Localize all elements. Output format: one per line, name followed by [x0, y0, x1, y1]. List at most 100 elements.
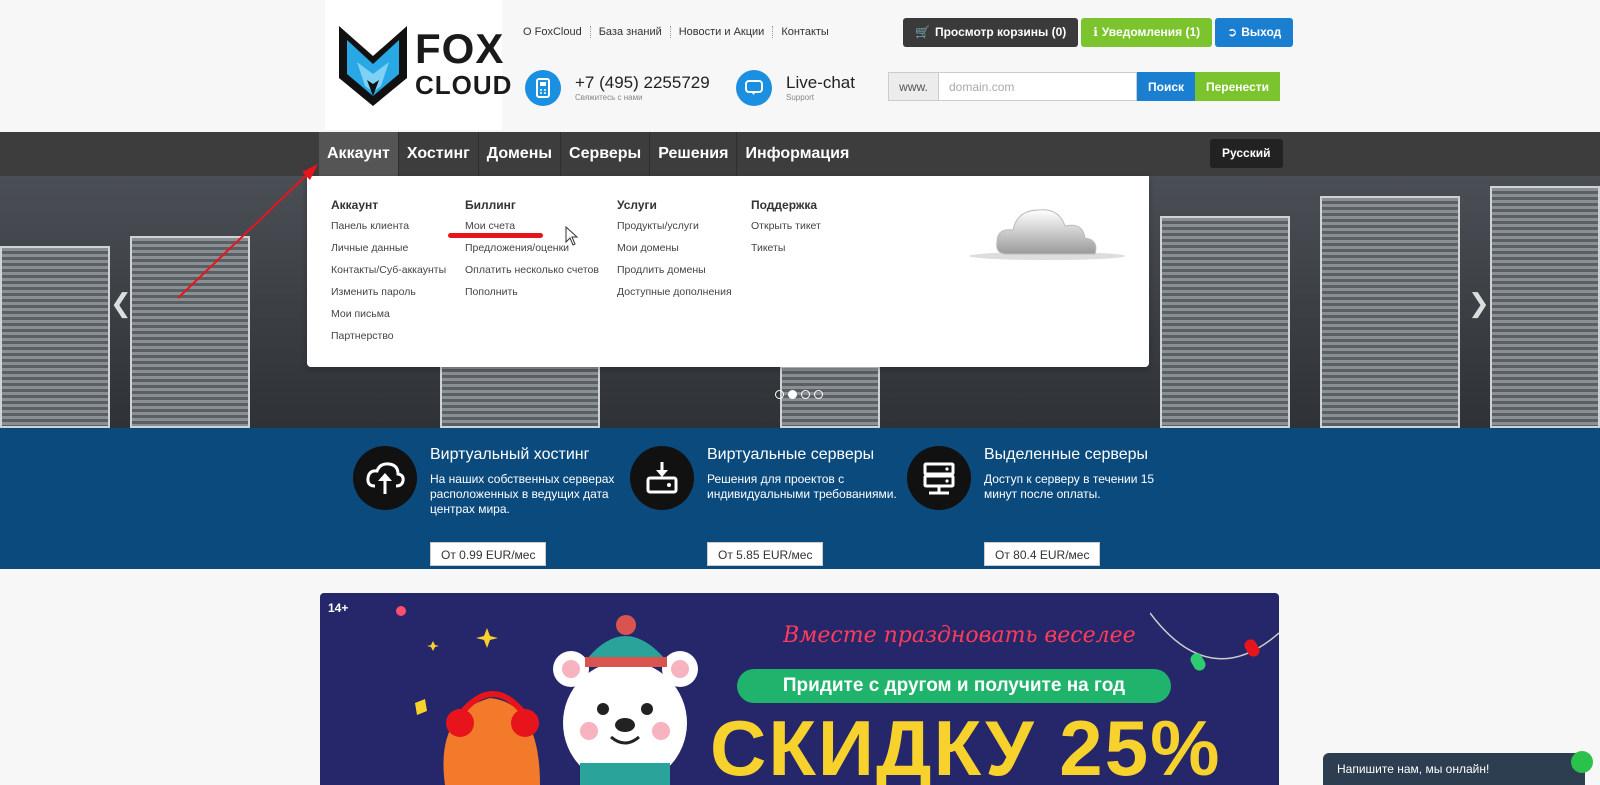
chat-bubble-icon [736, 70, 772, 106]
nav-item-solutions[interactable]: Решения [650, 132, 738, 176]
phone-contact[interactable]: +7 (495) 2255729 Свяжитесь с нами [525, 70, 710, 106]
domain-search-input[interactable] [938, 72, 1137, 101]
domain-search: www. Поиск Перенести [888, 72, 1280, 101]
notifications-button[interactable]: ℹ Уведомления (1) [1081, 18, 1213, 47]
livechat-title: Live-chat [786, 73, 855, 93]
menu-column-account: Аккаунт Панель клиента Личные данные Кон… [331, 198, 446, 351]
promo-banner[interactable]: 14+ Вместе праздновать веселее Придите с… [320, 593, 1279, 785]
logo[interactable]: FOX CLOUD [325, 0, 511, 130]
hero-rack [1490, 186, 1600, 428]
phone-number: +7 (495) 2255729 [575, 73, 710, 93]
language-button[interactable]: Русский [1210, 139, 1283, 168]
menu-heading-billing: Биллинг [465, 198, 516, 212]
promo-pill: Придите с другом и получите на год [737, 669, 1171, 703]
menu-item-contacts-subaccounts[interactable]: Контакты/Суб-аккаунты [331, 263, 446, 285]
chat-widget[interactable]: Напишите нам, мы онлайн! [1323, 751, 1593, 785]
slider-dot[interactable] [814, 390, 823, 399]
nav-item-servers[interactable]: Серверы [561, 132, 651, 176]
hero-rack [1320, 196, 1460, 428]
nav-item-domains[interactable]: Домены [479, 132, 562, 176]
feature-title: Виртуальные серверы [707, 446, 875, 463]
logout-button[interactable]: ➲ Выход [1215, 18, 1294, 47]
menu-item-change-password[interactable]: Изменить пароль [331, 285, 446, 307]
search-button[interactable]: Поиск [1137, 72, 1195, 101]
menu-item-my-emails[interactable]: Мои письма [331, 307, 446, 329]
slider-dot-active[interactable] [788, 390, 797, 399]
feature-desc: На наших собственных серверах расположен… [430, 472, 615, 516]
feature-desc: Решения для проектов с индивидуальными т… [707, 472, 897, 501]
menu-item-products-services[interactable]: Продукты/услуги [617, 219, 732, 241]
phone-icon [525, 70, 561, 106]
phone-caption: Свяжитесь с нами [575, 92, 643, 102]
main-nav: Аккаунт Хостинг Домены Серверы Решения И… [319, 132, 857, 176]
hero-rack [1160, 216, 1290, 428]
livechat-caption: Support [786, 92, 815, 102]
nav-item-hosting[interactable]: Хостинг [399, 132, 479, 176]
slider-dot[interactable] [801, 390, 810, 399]
menu-item-addons[interactable]: Доступные дополнения [617, 285, 732, 307]
cloud-icon [969, 209, 1125, 260]
account-mega-menu: Аккаунт Панель клиента Личные данные Кон… [307, 176, 1149, 367]
logo-line2: CLOUD [415, 70, 513, 100]
fox-logo-icon [339, 26, 407, 106]
promo-subtitle: Вместе праздновать веселее [783, 623, 1136, 648]
logout-button-label: Выход [1241, 25, 1282, 39]
livechat-contact[interactable]: Live-chat Support [736, 70, 855, 106]
menu-item-tickets[interactable]: Тикеты [751, 241, 821, 263]
menu-heading-account: Аккаунт [331, 198, 379, 212]
transfer-button[interactable]: Перенести [1195, 72, 1280, 101]
top-links: О FoxCloud База знаний Новости и Акции К… [523, 26, 837, 38]
menu-column-support: Поддержка Открыть тикет Тикеты [751, 198, 821, 263]
top-link-about[interactable]: О FoxCloud [523, 26, 591, 38]
annotation-underline [448, 233, 543, 238]
chat-widget-label: Напишите нам, мы онлайн! [1337, 762, 1490, 776]
promo-headline: СКИДКУ 25% [710, 704, 1222, 785]
cloud-upload-icon [353, 446, 417, 510]
menu-item-partnership[interactable]: Партнерство [331, 329, 446, 351]
menu-item-add-funds[interactable]: Пополнить [465, 285, 599, 307]
top-link-contacts[interactable]: Контакты [773, 26, 837, 38]
feature-price-button[interactable]: От 80.4 EUR/мес [984, 542, 1101, 566]
menu-item-mass-pay[interactable]: Оплатить несколько счетов [465, 263, 599, 285]
feature-price-button[interactable]: От 0.99 EUR/мес [430, 542, 547, 566]
nav-item-account[interactable]: Аккаунт [319, 132, 399, 176]
nav-item-information[interactable]: Информация [737, 132, 857, 176]
features-band: Виртуальный хостинг На наших собственных… [0, 428, 1600, 569]
menu-item-personal-data[interactable]: Личные данные [331, 241, 446, 263]
age-rating: 14+ [328, 601, 349, 615]
feature-desc: Доступ к серверу в течении 15 минут посл… [984, 472, 1155, 501]
slider-next-icon[interactable]: ❯ [1468, 288, 1490, 319]
menu-column-billing: Биллинг Мои счета Предложения/оценки Опл… [465, 198, 599, 307]
top-link-knowledge-base[interactable]: База знаний [591, 26, 671, 38]
menu-column-services: Услуги Продукты/услуги Мои домены Продли… [617, 198, 732, 307]
menu-item-client-panel[interactable]: Панель клиента [331, 219, 446, 241]
mouse-cursor-icon [565, 226, 579, 246]
feature-title: Выделенные серверы [984, 446, 1149, 463]
www-prefix: www. [888, 72, 938, 101]
menu-heading-support: Поддержка [751, 198, 818, 212]
holiday-characters-icon [396, 606, 698, 785]
feature-title: Виртуальный хостинг [430, 446, 590, 463]
slider-prev-icon[interactable]: ❮ [110, 288, 132, 319]
server-rack-icon [907, 446, 971, 510]
feature-price-button[interactable]: От 5.85 EUR/мес [707, 542, 824, 566]
hero-rack [0, 246, 110, 428]
logo-wordmark: FOX CLOUD [415, 25, 513, 100]
menu-item-renew-domains[interactable]: Продлить домены [617, 263, 732, 285]
cart-icon: 🛒 [915, 25, 930, 39]
top-link-news[interactable]: Новости и Акции [671, 26, 774, 38]
account-buttons: 🛒 Просмотр корзины (0) ℹ Уведомления (1)… [903, 18, 1296, 47]
annotation-arrow-icon [177, 164, 318, 299]
cart-button[interactable]: 🛒 Просмотр корзины (0) [903, 18, 1079, 47]
header: FOX CLOUD О FoxCloud База знаний Новости… [0, 0, 1600, 132]
info-icon: ℹ [1093, 25, 1098, 39]
logo-line1: FOX [415, 25, 505, 72]
menu-item-open-ticket[interactable]: Открыть тикет [751, 219, 821, 241]
slider-dot[interactable] [775, 390, 784, 399]
notifications-button-label: Уведомления (1) [1101, 25, 1201, 39]
menu-item-my-domains[interactable]: Мои домены [617, 241, 732, 263]
slider-dots [775, 390, 827, 399]
cart-button-label: Просмотр корзины (0) [934, 25, 1067, 39]
logout-icon: ➲ [1227, 25, 1238, 39]
menu-heading-services: Услуги [617, 198, 657, 212]
